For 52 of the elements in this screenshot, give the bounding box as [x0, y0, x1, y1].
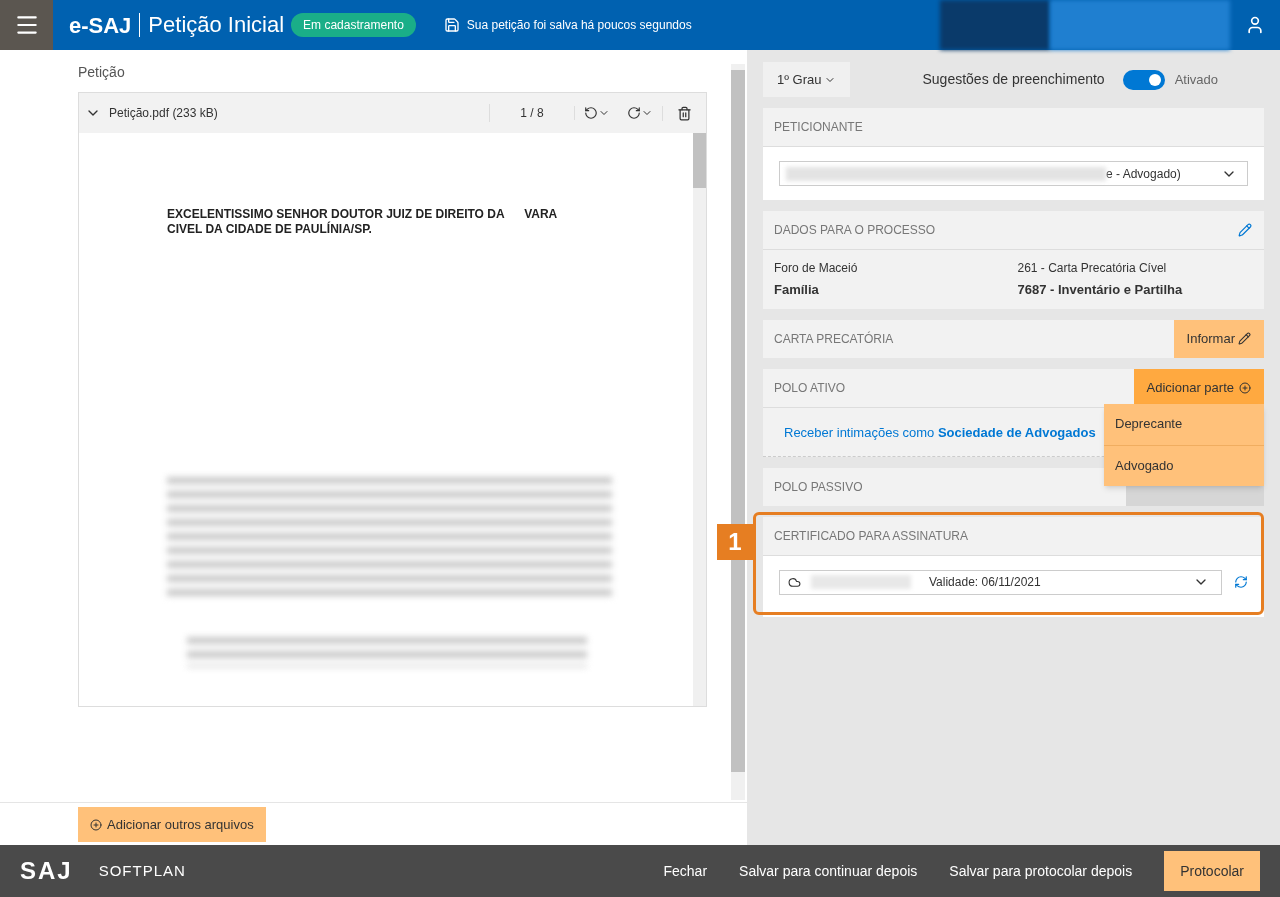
- field-label: Foro de Maceió: [774, 260, 859, 277]
- document-heading: CIVEL DA CIDADE DE PAULÍNIA/SP.: [167, 222, 373, 237]
- pencil-icon: [1238, 332, 1251, 345]
- inform-button[interactable]: Informar: [1173, 319, 1264, 358]
- save-icon: [443, 17, 460, 33]
- file-name: Petição.pdf (233 kB): [108, 105, 219, 122]
- cloud-icon: [788, 575, 801, 589]
- field-value: Família: [774, 281, 820, 299]
- pencil-icon: [1238, 223, 1252, 237]
- section-title: DADOS PARA O PROCESSO: [773, 222, 937, 239]
- select-value: e - Advogado): [1106, 165, 1182, 183]
- petitioner-select[interactable]: e - Advogado): [779, 161, 1248, 186]
- certificate-select[interactable]: Validade: 06/11/2021: [779, 569, 1222, 595]
- footer-button[interactable]: Salvar para continuar depois: [723, 851, 934, 891]
- app-name: e-SAJ: [69, 11, 132, 40]
- step-badge: 1: [717, 523, 753, 560]
- save-status: Sua petição foi salva há poucos segundos: [466, 17, 692, 34]
- section-title: POLO PASSIVO: [773, 478, 864, 496]
- section-title: CARTA PRECATÓRIA: [773, 330, 895, 348]
- document-heading: EXCELENTISSIMO SENHOR DOUTOR JUIZ DE DIREITO DA VARA: [167, 207, 559, 221]
- page-counter: 1 / 8: [489, 104, 574, 122]
- page-title: Petição Inicial: [139, 13, 285, 37]
- softplan-logo: SOFTPLAN: [98, 860, 186, 881]
- trash-icon: [677, 105, 692, 121]
- footer-button[interactable]: Salvar para protocolar depois: [933, 851, 1149, 891]
- refresh-icon: [1234, 575, 1248, 589]
- add-files-button[interactable]: Adicionar outros arquivos: [78, 807, 266, 842]
- section-label: Petição: [78, 63, 126, 82]
- status-badge: Em cadastramento: [291, 13, 416, 37]
- menu-button[interactable]: [0, 0, 53, 50]
- refresh-button[interactable]: [1234, 575, 1248, 589]
- validity-text: Validade: 06/11/2021: [929, 574, 1042, 591]
- field-value: 7687 - Inventário e Partilha: [1017, 281, 1184, 299]
- section-title: CERTIFICADO PARA ASSINATURA: [773, 527, 970, 545]
- protocol-button[interactable]: Protocolar: [1164, 851, 1260, 891]
- rotate-right-icon: [627, 106, 641, 120]
- plus-icon: [1239, 381, 1251, 394]
- section-title: POLO ATIVO: [773, 379, 847, 397]
- rotate-left-icon: [583, 106, 598, 120]
- saj-logo: SAJ: [20, 856, 73, 886]
- toggle-state: Ativado: [1174, 70, 1218, 89]
- lawyers-link[interactable]: Receber intimações como Sociedade de Advogados: [784, 424, 1096, 440]
- add-party-button[interactable]: Adicionar parte: [1133, 368, 1264, 407]
- plus-icon: [90, 818, 102, 831]
- grade-dropdown[interactable]: 1º Grau: [763, 62, 850, 97]
- footer-button[interactable]: Fechar: [647, 851, 724, 891]
- user-icon: [1245, 15, 1265, 35]
- menu-item[interactable]: Advogado: [1104, 444, 1264, 486]
- toggle-switch[interactable]: [1122, 69, 1165, 90]
- field-label: 261 - Carta Precatória Cível: [1017, 260, 1168, 277]
- suggestions-label: Sugestões de preenchimento: [922, 70, 1105, 89]
- section-title: PETICIONANTE: [773, 119, 864, 136]
